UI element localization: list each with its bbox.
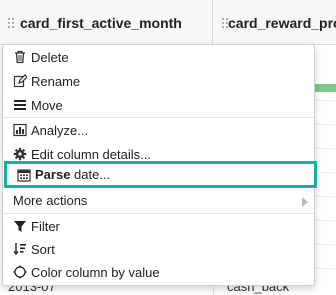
dataset-view: card_first_active_month card_reward_prog… bbox=[0, 0, 336, 295]
menu-item-sort[interactable]: Sort bbox=[3, 237, 314, 261]
menu-item-move[interactable]: Move bbox=[3, 93, 314, 117]
menu-item-analyze[interactable]: Analyze... bbox=[3, 118, 314, 142]
menu-item-rename[interactable]: Rename bbox=[3, 69, 314, 93]
trash-icon bbox=[13, 50, 27, 64]
calendar-icon bbox=[17, 168, 31, 182]
drag-handle-icon[interactable] bbox=[8, 16, 14, 30]
menu-item-color-by-value[interactable]: Color column by value bbox=[3, 260, 314, 284]
menu-item-filter[interactable]: Filter bbox=[3, 214, 314, 238]
bar-chart-icon bbox=[13, 123, 27, 137]
menu-item-more-actions[interactable]: More actions bbox=[3, 188, 314, 212]
funnel-icon bbox=[13, 219, 27, 233]
menu-item-label: Filter bbox=[31, 218, 60, 234]
gear-icon bbox=[13, 147, 27, 161]
column-header-row: card_first_active_month card_reward_prog bbox=[0, 0, 336, 45]
column-name: card_first_active_month bbox=[20, 14, 182, 31]
menu-item-label: Analyze... bbox=[31, 122, 89, 138]
menu-item-label-rest: date... bbox=[70, 167, 111, 182]
column-context-menu: Delete Rename Move Analyze... Edit colum… bbox=[2, 44, 317, 286]
menu-item-label: Edit column details... bbox=[31, 146, 151, 162]
menu-item-delete[interactable]: Delete bbox=[3, 45, 314, 69]
column-name: card_reward_prog bbox=[228, 14, 336, 31]
menu-item-label-bold: Parse bbox=[35, 167, 71, 182]
menu-item-label: Delete bbox=[31, 49, 69, 65]
menu-item-parse-date[interactable]: Parse date... bbox=[4, 161, 317, 188]
menu-item-label: Sort bbox=[31, 241, 55, 257]
menu-item-label: Move bbox=[31, 97, 63, 113]
menu-lines-icon bbox=[13, 98, 27, 112]
menu-item-label: Rename bbox=[31, 73, 81, 89]
menu-item-label: Color column by value bbox=[31, 264, 160, 280]
column-header-card-reward-prog[interactable]: card_reward_prog bbox=[214, 0, 336, 45]
palette-icon bbox=[13, 265, 27, 279]
edit-icon bbox=[13, 74, 27, 88]
chevron-right-icon bbox=[302, 195, 308, 207]
sort-icon bbox=[13, 242, 27, 256]
column-header-card-first-active-month[interactable]: card_first_active_month bbox=[0, 0, 213, 45]
menu-item-label: More actions bbox=[13, 192, 88, 208]
